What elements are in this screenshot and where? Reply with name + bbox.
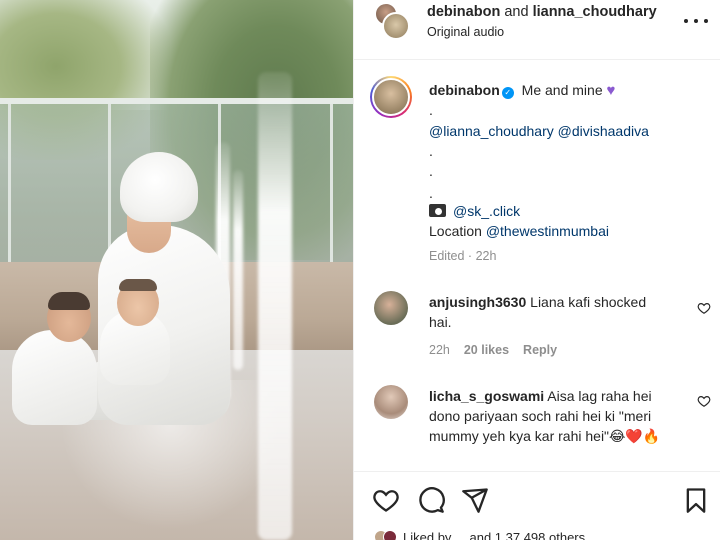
more-horizontal-icon[interactable] — [684, 11, 708, 31]
mention-link[interactable]: @thewestinmumbai — [486, 223, 609, 239]
caption-first-line: debinabon ✓ Me and mine ♥ — [429, 81, 615, 100]
mention-link[interactable]: @sk_.click — [453, 203, 520, 219]
caption-mentions-line: @lianna_choudhary @divishaadiva — [429, 122, 649, 140]
comment-item: anjusingh3630 Liana kafi shocked hai. — [429, 292, 669, 332]
audio-label[interactable]: Original audio — [427, 25, 504, 39]
purple-heart-icon: ♥ — [606, 82, 616, 99]
comment-likes[interactable]: 20 likes — [464, 343, 509, 357]
location-label: Location — [429, 223, 482, 239]
comment-item: licha_s_goswami Aisa lag raha hei dono p… — [429, 386, 669, 446]
heart-outline-icon[interactable] — [697, 301, 711, 315]
photo-fountain-jet — [258, 72, 292, 540]
caption-username[interactable]: debinabon — [429, 82, 500, 98]
photo-railing-bar — [0, 98, 353, 104]
caption-avatar[interactable] — [370, 76, 412, 118]
camera-icon — [429, 204, 446, 217]
mention-link[interactable]: @divishaadiva — [558, 123, 649, 139]
paper-plane-icon[interactable] — [461, 486, 489, 514]
edited-label: Edited — [429, 249, 465, 263]
comment-username[interactable]: licha_s_goswami — [429, 388, 544, 404]
caption-dot: . — [429, 163, 433, 179]
caption-time[interactable]: 22h — [476, 249, 497, 263]
post-header: debinabon and lianna_choudhary Original … — [354, 0, 720, 60]
caption-dot: . — [429, 185, 433, 201]
avatar[interactable] — [374, 291, 408, 325]
dot-icon — [684, 19, 688, 23]
location-line: Location @thewestinmumbai — [429, 222, 609, 240]
reply-button[interactable]: Reply — [523, 343, 557, 357]
header-conjunction: and — [504, 4, 529, 20]
mention-link[interactable]: @lianna_choudhary — [429, 123, 554, 139]
caption-dot: . — [429, 102, 433, 118]
photo-fountain-jet — [233, 170, 243, 370]
collab-avatars[interactable] — [374, 2, 412, 42]
photo-railing-post — [108, 104, 111, 264]
avatar — [372, 78, 410, 116]
photo-baby-left-hair — [48, 292, 90, 310]
avatar[interactable] — [374, 385, 408, 419]
photo-head-towel — [120, 152, 198, 222]
comment-bubble-icon[interactable] — [417, 486, 445, 514]
dot-icon — [694, 19, 698, 23]
avatar[interactable] — [382, 12, 410, 40]
avatar — [383, 530, 397, 540]
comment-username[interactable]: anjusingh3630 — [429, 294, 526, 310]
bookmark-icon[interactable] — [682, 486, 710, 514]
photo-credit-line: @sk_.click — [429, 202, 520, 220]
post-details-panel: debinabon and lianna_choudhary Original … — [353, 0, 720, 540]
heart-outline-icon[interactable] — [372, 486, 400, 514]
header-title: debinabon and lianna_choudhary — [427, 4, 657, 20]
likes-summary[interactable]: Liked by ... and 1,37,498 others — [374, 530, 585, 540]
post-photo[interactable] — [0, 0, 353, 540]
comment-meta: 22h 20 likes Reply — [429, 343, 557, 357]
dot-icon — [704, 19, 708, 23]
header-username-primary[interactable]: debinabon — [427, 4, 500, 20]
photo-railing-post — [8, 104, 11, 264]
header-username-secondary[interactable]: lianna_choudhary — [533, 4, 657, 20]
photo-baby-left — [12, 330, 97, 425]
photo-railing-post — [330, 104, 333, 264]
caption-dot: . — [429, 143, 433, 159]
caption-text: Me and mine — [521, 82, 603, 98]
likes-text[interactable]: Liked by ... and 1,37,498 others — [403, 530, 585, 540]
photo-baby-right-hair — [119, 279, 157, 291]
caption-meta: Edited · 22h — [429, 249, 497, 263]
comment-time[interactable]: 22h — [429, 343, 450, 357]
heart-outline-icon[interactable] — [697, 394, 711, 408]
verified-badge-icon: ✓ — [501, 87, 514, 99]
